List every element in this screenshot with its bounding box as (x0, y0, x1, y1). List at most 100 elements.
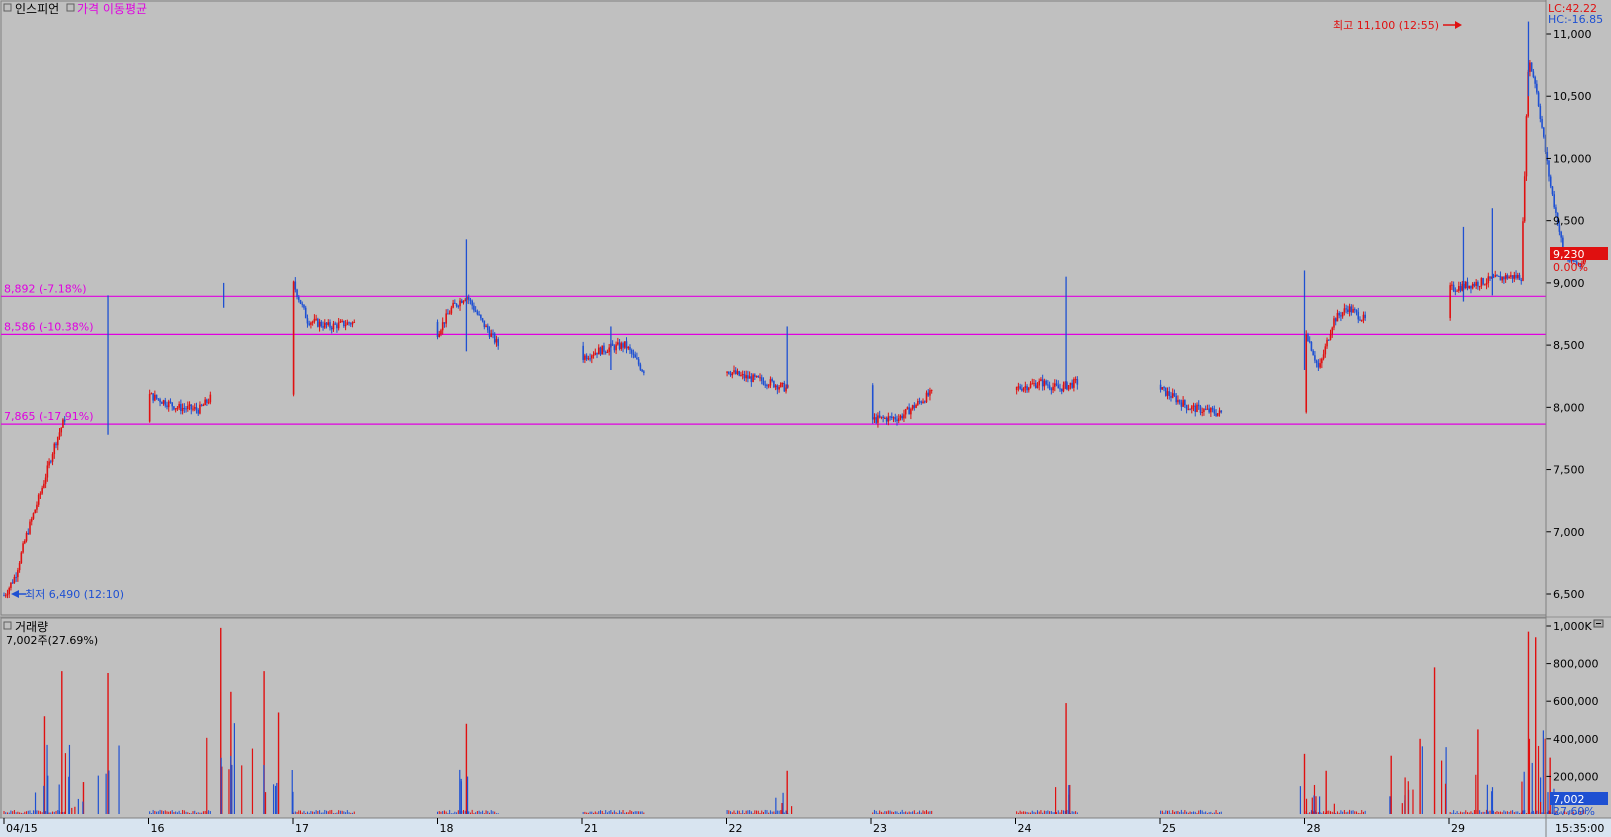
price-candle-body (1324, 346, 1327, 355)
price-candle-body (206, 399, 208, 403)
price-candle-body (353, 321, 356, 323)
price-candle-body (51, 454, 54, 462)
volume-title: 거래량 (15, 620, 48, 634)
price-candle-body (1562, 237, 1564, 248)
price-candle-body (15, 576, 17, 578)
price-candle-body (1482, 278, 1484, 285)
price-candle-body (1201, 412, 1203, 414)
price-candle-body (1487, 276, 1490, 283)
time-axis[interactable]: 04/15 16 17 18 21 22 23 24 25 28 29 15:35:00 (0, 817, 1611, 837)
price-candle-body (1015, 386, 1018, 391)
price-candle-body (1523, 176, 1526, 222)
price-candle-body (603, 345, 605, 352)
price-candle-body (1532, 71, 1535, 77)
price-candle-body (615, 344, 617, 351)
price-candle-body (899, 415, 902, 419)
price-candle-body (1334, 318, 1337, 322)
price-candle-body (30, 518, 33, 522)
price-candle-body (1327, 339, 1330, 341)
price-candle-body (741, 374, 744, 376)
price-candle-body (10, 582, 12, 588)
price-candle-body (913, 405, 916, 408)
price-tick-label: 10,000 (1553, 152, 1592, 165)
price-candle-body (1551, 186, 1554, 195)
price-candle-body (1322, 354, 1325, 359)
price-candle-body (1038, 380, 1040, 386)
price-candle-body (637, 359, 640, 365)
price-candle-body (32, 513, 35, 519)
price-candle-body (1473, 283, 1476, 286)
price-candle-body (467, 297, 470, 300)
price-candle-body (1057, 385, 1060, 389)
price-candle-body (1464, 281, 1467, 288)
price-candle-body (17, 570, 19, 578)
price-candle-body (617, 342, 619, 345)
price-candle-body (908, 407, 910, 415)
price-candle-body (1218, 410, 1221, 414)
price-candle-body (192, 408, 194, 410)
price-candle-body (46, 465, 49, 478)
price-candle-body (1031, 383, 1034, 385)
price-candle-body (748, 376, 751, 379)
price-candle-body (322, 326, 324, 328)
price-candle-body (1525, 116, 1528, 177)
price-candle-body (766, 384, 768, 387)
price-candle-body (457, 306, 460, 308)
price-candle-body (1317, 362, 1320, 368)
price-candle-body (585, 355, 588, 360)
price-candle-body (1336, 312, 1339, 322)
price-candle-body (1220, 410, 1223, 413)
price-candle-body (726, 371, 728, 373)
price-candle-body (592, 354, 595, 356)
price-candle-body (1560, 231, 1562, 238)
price-candle-body (350, 323, 352, 325)
price-candle-body (1173, 393, 1176, 396)
price-candle-body (596, 352, 598, 355)
price-candle-body (1508, 276, 1510, 279)
price-candle-body (878, 415, 881, 418)
price-candle-body (1449, 285, 1451, 319)
price-candle-body (927, 392, 930, 396)
price-candle-body (452, 302, 454, 308)
price-candle-body (1541, 118, 1543, 128)
price-candle-body (454, 302, 456, 304)
price-candle-body (311, 321, 314, 323)
price-candle-body (618, 342, 621, 349)
price-candle-body (1190, 406, 1193, 410)
price-candle-body (193, 407, 196, 409)
price-candle-body (60, 427, 63, 433)
volume-legend-toggle-icon[interactable] (3, 621, 12, 630)
price-candle-body (613, 345, 616, 351)
price-candle-body (1177, 399, 1179, 403)
legend-toggle-icon[interactable] (3, 3, 12, 12)
price-candle-body (877, 415, 879, 423)
price-candle-body (1204, 409, 1207, 411)
price-candle-body (1511, 275, 1514, 279)
price-candle-body (757, 375, 760, 378)
time-tick-label: 23 (873, 822, 887, 835)
price-candle-body (1475, 282, 1477, 286)
price-candle-body (178, 403, 180, 408)
price-candle-body (1171, 393, 1174, 398)
price-candle-body (1350, 306, 1353, 313)
price-candle-body (1069, 382, 1072, 386)
price-candle-body (1213, 409, 1216, 414)
price-candle-body (155, 394, 158, 399)
price-candle-body (745, 375, 747, 379)
price-candle-body (304, 307, 307, 319)
price-candle-body (1360, 320, 1363, 322)
price-candle-body (929, 390, 931, 396)
legend-ma-toggle-icon[interactable] (66, 3, 75, 12)
price-candle-body (733, 370, 735, 373)
price-candle-body (1510, 275, 1512, 277)
price-candle-body (887, 416, 890, 422)
price-candle-body (1206, 408, 1209, 410)
price-candle-body (1546, 152, 1549, 161)
price-candle-body (1452, 284, 1455, 291)
price-candle-body (871, 385, 874, 420)
price-candle-body (728, 371, 730, 374)
price-candle-body (1326, 339, 1328, 347)
price-candle-body (759, 377, 761, 379)
price-candle-body (317, 318, 319, 327)
price-candle-body (488, 330, 491, 337)
